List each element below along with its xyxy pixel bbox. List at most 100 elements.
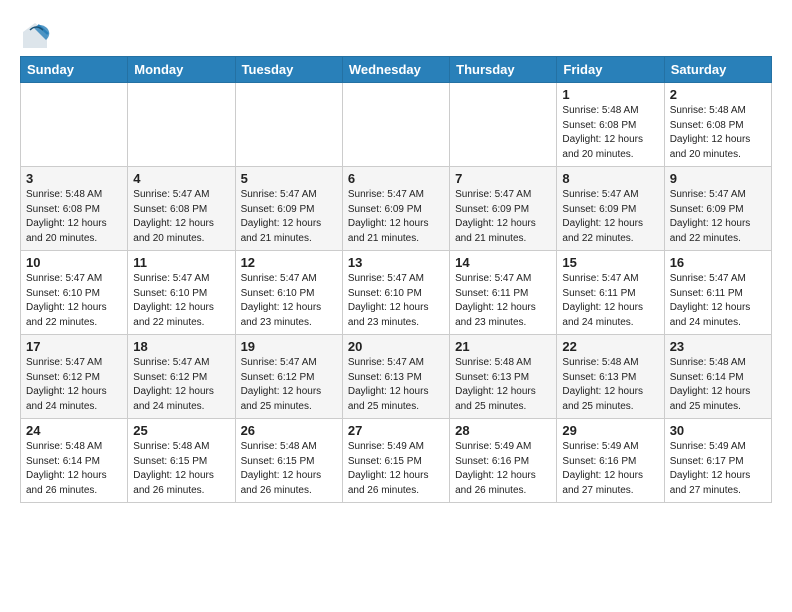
day-info: Sunrise: 5:48 AM Sunset: 6:14 PM Dayligh…: [26, 440, 122, 498]
day-number: 25: [133, 423, 229, 438]
calendar-cell: [450, 83, 557, 167]
day-info: Sunrise: 5:48 AM Sunset: 6:13 PM Dayligh…: [455, 356, 551, 414]
day-info: Sunrise: 5:47 AM Sunset: 6:09 PM Dayligh…: [348, 188, 444, 246]
day-number: 18: [133, 339, 229, 354]
day-number: 12: [241, 255, 337, 270]
day-number: 2: [670, 87, 766, 102]
day-number: 28: [455, 423, 551, 438]
day-number: 14: [455, 255, 551, 270]
calendar-cell: 11Sunrise: 5:47 AM Sunset: 6:10 PM Dayli…: [128, 251, 235, 335]
header-saturday: Saturday: [664, 57, 771, 83]
calendar-cell: 24 Sunrise: 5:48 AM Sunset: 6:14 PM Dayli…: [21, 419, 128, 503]
calendar-cell: [128, 83, 235, 167]
day-info: Sunrise: 5:47 AM Sunset: 6:09 PM Dayligh…: [670, 188, 766, 246]
day-number: 3: [26, 171, 122, 186]
calendar-cell: 5 Sunrise: 5:47 AM Sunset: 6:09 PM Daylig…: [235, 167, 342, 251]
header-friday: Friday: [557, 57, 664, 83]
calendar-cell: 15 Sunrise: 5:47 AM Sunset: 6:11 PM Dayli…: [557, 251, 664, 335]
day-info: Sunrise: 5:48 AM Sunset: 6:15 PM Dayligh…: [133, 440, 229, 498]
day-info: Sunrise: 5:47 AM Sunset: 6:10 PM Dayligh…: [26, 272, 122, 330]
header-monday: Monday: [128, 57, 235, 83]
logo-icon: [20, 20, 50, 50]
calendar-cell: 6Sunrise: 5:47 AM Sunset: 6:09 PM Daylig…: [342, 167, 449, 251]
calendar-cell: 3 Sunrise: 5:48 AM Sunset: 6:08 PM Daylig…: [21, 167, 128, 251]
calendar-cell: 27Sunrise: 5:49 AM Sunset: 6:15 PM Dayli…: [342, 419, 449, 503]
day-info: Sunrise: 5:47 AM Sunset: 6:08 PM Dayligh…: [133, 188, 229, 246]
calendar-cell: 18 Sunrise: 5:47 AM Sunset: 6:12 PM Dayli…: [128, 335, 235, 419]
day-info: Sunrise: 5:47 AM Sunset: 6:13 PM Dayligh…: [348, 356, 444, 414]
day-info: Sunrise: 5:48 AM Sunset: 6:08 PM Dayligh…: [670, 104, 766, 162]
page-header: [20, 16, 772, 50]
day-number: 29: [562, 423, 658, 438]
day-info: Sunrise: 5:49 AM Sunset: 6:16 PM Dayligh…: [562, 440, 658, 498]
day-info: Sunrise: 5:47 AM Sunset: 6:11 PM Dayligh…: [455, 272, 551, 330]
day-number: 17: [26, 339, 122, 354]
day-number: 16: [670, 255, 766, 270]
day-number: 4: [133, 171, 229, 186]
calendar-cell: 17 Sunrise: 5:47 AM Sunset: 6:12 PM Dayli…: [21, 335, 128, 419]
day-info: Sunrise: 5:47 AM Sunset: 6:11 PM Dayligh…: [562, 272, 658, 330]
calendar-cell: 26 Sunrise: 5:48 AM Sunset: 6:15 PM Dayli…: [235, 419, 342, 503]
day-info: Sunrise: 5:48 AM Sunset: 6:13 PM Dayligh…: [562, 356, 658, 414]
day-number: 7: [455, 171, 551, 186]
calendar-week-row: 3 Sunrise: 5:48 AM Sunset: 6:08 PM Daylig…: [21, 167, 772, 251]
calendar-table: SundayMondayTuesdayWednesdayThursdayFrid…: [20, 56, 772, 503]
day-number: 5: [241, 171, 337, 186]
day-number: 8: [562, 171, 658, 186]
day-info: Sunrise: 5:48 AM Sunset: 6:08 PM Dayligh…: [26, 188, 122, 246]
header-sunday: Sunday: [21, 57, 128, 83]
day-number: 11: [133, 255, 229, 270]
day-info: Sunrise: 5:47 AM Sunset: 6:10 PM Dayligh…: [241, 272, 337, 330]
day-number: 20: [348, 339, 444, 354]
day-info: Sunrise: 5:47 AM Sunset: 6:09 PM Dayligh…: [241, 188, 337, 246]
day-info: Sunrise: 5:47 AM Sunset: 6:11 PM Dayligh…: [670, 272, 766, 330]
calendar-cell: [342, 83, 449, 167]
day-number: 26: [241, 423, 337, 438]
day-number: 10: [26, 255, 122, 270]
day-number: 23: [670, 339, 766, 354]
calendar-cell: 23 Sunrise: 5:48 AM Sunset: 6:14 PM Dayli…: [664, 335, 771, 419]
day-info: Sunrise: 5:47 AM Sunset: 6:10 PM Dayligh…: [348, 272, 444, 330]
day-info: Sunrise: 5:47 AM Sunset: 6:09 PM Dayligh…: [562, 188, 658, 246]
header-tuesday: Tuesday: [235, 57, 342, 83]
day-number: 24: [26, 423, 122, 438]
calendar-cell: 28Sunrise: 5:49 AM Sunset: 6:16 PM Dayli…: [450, 419, 557, 503]
day-info: Sunrise: 5:48 AM Sunset: 6:14 PM Dayligh…: [670, 356, 766, 414]
calendar-cell: 9Sunrise: 5:47 AM Sunset: 6:09 PM Daylig…: [664, 167, 771, 251]
calendar-cell: [235, 83, 342, 167]
day-number: 13: [348, 255, 444, 270]
calendar-header-row: SundayMondayTuesdayWednesdayThursdayFrid…: [21, 57, 772, 83]
calendar-cell: 12 Sunrise: 5:47 AM Sunset: 6:10 PM Dayli…: [235, 251, 342, 335]
calendar-cell: 1Sunrise: 5:48 AM Sunset: 6:08 PM Daylig…: [557, 83, 664, 167]
day-number: 19: [241, 339, 337, 354]
calendar-week-row: 10 Sunrise: 5:47 AM Sunset: 6:10 PM Dayli…: [21, 251, 772, 335]
calendar-cell: 14 Sunrise: 5:47 AM Sunset: 6:11 PM Dayli…: [450, 251, 557, 335]
calendar-cell: [21, 83, 128, 167]
calendar-cell: 20 Sunrise: 5:47 AM Sunset: 6:13 PM Dayli…: [342, 335, 449, 419]
day-number: 27: [348, 423, 444, 438]
logo: [20, 20, 54, 50]
calendar-cell: 7 Sunrise: 5:47 AM Sunset: 6:09 PM Daylig…: [450, 167, 557, 251]
header-thursday: Thursday: [450, 57, 557, 83]
calendar-week-row: 1 Sunrise: 5:48 AM Sunset: 6:08 PM Daylig…: [21, 83, 772, 167]
calendar-cell: 10 Sunrise: 5:47 AM Sunset: 6:10 PM Dayli…: [21, 251, 128, 335]
calendar-cell: 4 Sunrise: 5:47 AM Sunset: 6:08 PM Daylig…: [128, 167, 235, 251]
day-info: Sunrise: 5:48 AM Sunset: 6:15 PM Dayligh…: [241, 440, 337, 498]
day-info: Sunrise: 5:47 AM Sunset: 6:09 PM Dayligh…: [455, 188, 551, 246]
calendar-cell: 22 Sunrise: 5:48 AM Sunset: 6:13 PM Dayli…: [557, 335, 664, 419]
calendar-week-row: 17 Sunrise: 5:47 AM Sunset: 6:12 PM Dayli…: [21, 335, 772, 419]
calendar-cell: 8 Sunrise: 5:47 AM Sunset: 6:09 PM Daylig…: [557, 167, 664, 251]
day-info: Sunrise: 5:47 AM Sunset: 6:12 PM Dayligh…: [241, 356, 337, 414]
day-number: 22: [562, 339, 658, 354]
calendar-cell: 13 Sunrise: 5:47 AM Sunset: 6:10 PM Dayli…: [342, 251, 449, 335]
day-info: Sunrise: 5:47 AM Sunset: 6:12 PM Dayligh…: [133, 356, 229, 414]
calendar-cell: 16 Sunrise: 5:47 AM Sunset: 6:11 PM Dayli…: [664, 251, 771, 335]
day-number: 30: [670, 423, 766, 438]
day-number: 1: [562, 87, 658, 102]
calendar-cell: 2 Sunrise: 5:48 AM Sunset: 6:08 PM Daylig…: [664, 83, 771, 167]
calendar-cell: 25 Sunrise: 5:48 AM Sunset: 6:15 PM Dayli…: [128, 419, 235, 503]
day-number: 21: [455, 339, 551, 354]
day-number: 15: [562, 255, 658, 270]
day-info: Sunrise: 5:47 AM Sunset: 6:12 PM Dayligh…: [26, 356, 122, 414]
calendar-cell: 19 Sunrise: 5:47 AM Sunset: 6:12 PM Dayli…: [235, 335, 342, 419]
